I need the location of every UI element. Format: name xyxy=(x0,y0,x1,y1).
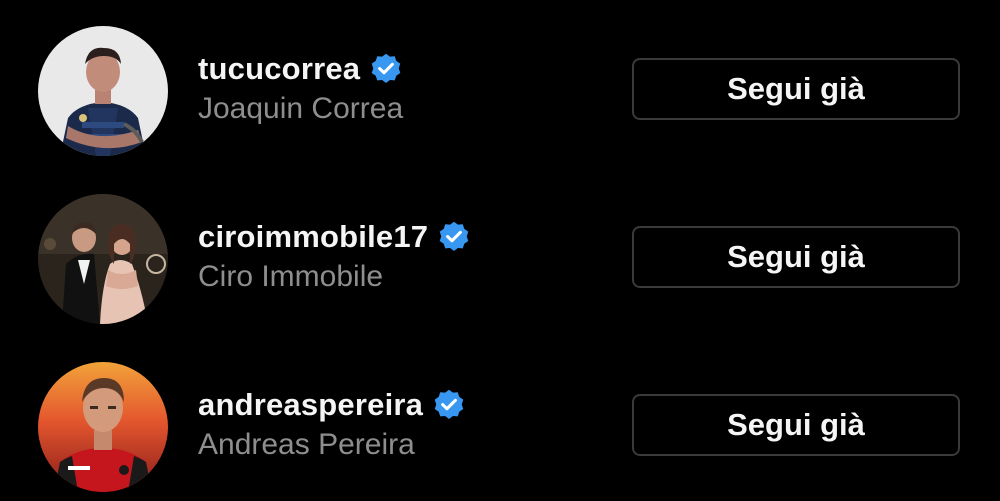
user-texts: tucucorrea Joaquin Correa xyxy=(198,49,598,126)
avatar[interactable] xyxy=(38,194,168,324)
user-texts: ciroimmobile17 Ciro Immobile xyxy=(198,217,598,294)
avatar[interactable] xyxy=(38,362,168,492)
following-button[interactable]: Segui già xyxy=(632,58,960,120)
profile-photo-icon xyxy=(38,26,168,156)
full-name: Joaquin Correa xyxy=(198,92,404,125)
full-name: Andreas Pereira xyxy=(198,428,415,461)
avatar[interactable] xyxy=(38,26,168,156)
username-line: tucucorrea xyxy=(198,49,598,89)
list-item[interactable]: ciroimmobile17 Ciro Immobile Segui già xyxy=(0,183,1000,333)
full-name: Ciro Immobile xyxy=(198,260,384,293)
list-item[interactable]: tucucorrea Joaquin Correa Segui già xyxy=(0,15,1000,165)
following-button[interactable]: Segui già xyxy=(632,394,960,456)
verified-badge-icon xyxy=(369,52,403,86)
username[interactable]: tucucorrea xyxy=(198,51,360,87)
profile-photo-icon xyxy=(38,362,168,492)
username-line: ciroimmobile17 xyxy=(198,217,598,257)
following-button[interactable]: Segui già xyxy=(632,226,960,288)
verified-badge-icon xyxy=(432,388,466,422)
profile-photo-icon xyxy=(38,194,168,324)
username[interactable]: ciroimmobile17 xyxy=(198,219,428,255)
following-list: tucucorrea Joaquin Correa Segui già ciro… xyxy=(0,0,1000,492)
list-item[interactable]: andreaspereira Andreas Pereira Segui già xyxy=(0,351,1000,501)
username[interactable]: andreaspereira xyxy=(198,387,423,423)
username-line: andreaspereira xyxy=(198,385,598,425)
verified-badge-icon xyxy=(437,220,471,254)
user-texts: andreaspereira Andreas Pereira xyxy=(198,385,598,462)
